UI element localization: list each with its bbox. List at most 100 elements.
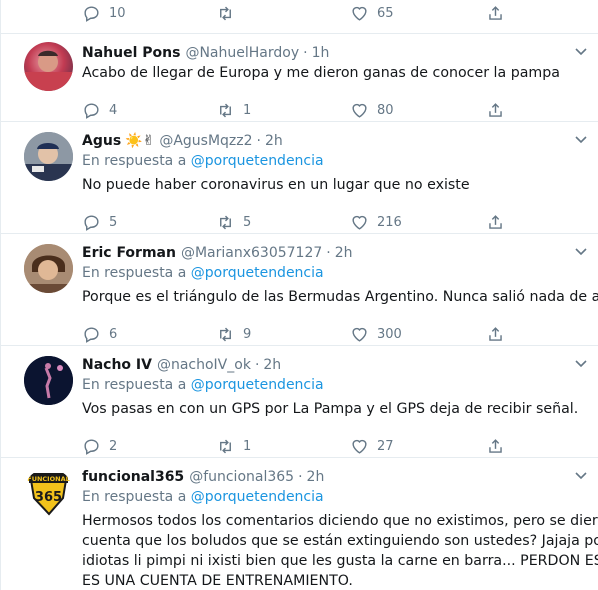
- share-button[interactable]: [486, 212, 505, 232]
- display-name[interactable]: Nahuel Pons: [82, 45, 180, 61]
- retweet-icon: [220, 439, 231, 453]
- like-button[interactable]: 80: [350, 100, 394, 120]
- avatar[interactable]: [24, 356, 73, 405]
- user-handle[interactable]: @nachoIV_ok: [157, 357, 251, 373]
- display-name[interactable]: Nacho IV: [82, 357, 152, 373]
- share-icon: [489, 214, 502, 229]
- reply-context: En respuesta a @porquetendencia: [82, 377, 324, 393]
- like-button[interactable]: 27: [350, 436, 394, 456]
- display-name[interactable]: Agus: [82, 133, 121, 149]
- reply-count: 2: [109, 438, 118, 454]
- reply-button[interactable]: 4: [82, 100, 117, 120]
- display-name[interactable]: funcional365: [82, 469, 184, 485]
- tweet-header: Nahuel Pons @NahuelHardoy · 1h: [82, 43, 569, 63]
- chevron-down-icon[interactable]: [573, 43, 589, 59]
- timestamp[interactable]: 1h: [312, 45, 330, 61]
- user-handle[interactable]: @NahuelHardoy: [185, 45, 299, 61]
- timestamp[interactable]: 2h: [265, 133, 283, 149]
- avatar[interactable]: [24, 132, 73, 181]
- timestamp[interactable]: 2h: [307, 469, 325, 485]
- reply-button[interactable]: 2: [82, 436, 117, 456]
- like-count: 80: [377, 102, 394, 118]
- reply-icon: [84, 326, 99, 343]
- retweet-icon: [220, 215, 231, 229]
- tweet-body: Eric Forman @Marianx63057127 · 2h En res…: [82, 243, 598, 344]
- reply-button[interactable]: 10: [82, 3, 126, 23]
- share-icon: [489, 102, 502, 117]
- tweet-header: Eric Forman @Marianx63057127 · 2h: [82, 243, 569, 263]
- retweet-button[interactable]: 1: [216, 100, 251, 120]
- share-button[interactable]: [486, 3, 505, 23]
- reply-icon: [84, 102, 99, 119]
- retweet-button[interactable]: 1: [216, 436, 251, 456]
- chevron-down-icon[interactable]: [573, 131, 589, 147]
- user-handle[interactable]: @funcional365: [189, 469, 294, 485]
- tweet-text: Vos pasas en con un GPS por La Pampa y e…: [82, 399, 578, 419]
- chevron-down-icon[interactable]: [573, 355, 589, 371]
- share-icon: [489, 438, 502, 453]
- separator-dot: ·: [298, 469, 303, 485]
- retweet-button[interactable]: 5: [216, 212, 251, 232]
- avatar[interactable]: [24, 42, 73, 91]
- share-button[interactable]: [486, 436, 505, 456]
- tweet[interactable]: Nacho IV @nachoIV_ok · 2h En respuesta a…: [1, 346, 598, 458]
- tweet-body: Nacho IV @nachoIV_ok · 2h En respuesta a…: [82, 355, 589, 455]
- retweet-button[interactable]: 9: [216, 324, 251, 344]
- reply-prefix: En respuesta a: [82, 153, 191, 169]
- tweet-body: Nahuel Pons @NahuelHardoy · 1h Acabo de …: [82, 43, 589, 120]
- reply-button[interactable]: 6: [82, 324, 117, 344]
- retweet-count: 9: [243, 326, 252, 342]
- action-bar: 6 9 300: [82, 324, 512, 344]
- tweet[interactable]: Nahuel Pons @NahuelHardoy · 1h Acabo de …: [1, 34, 598, 122]
- avatar-logo-num: 365: [35, 490, 62, 505]
- avatar[interactable]: FUNCIONAL 365: [24, 468, 73, 517]
- tweet-text: Acabo de llegar de Europa y me dieron ga…: [82, 63, 560, 83]
- tweet-header: funcional365 @funcional365 · 2h: [82, 467, 569, 487]
- tweet-body: Agus ☀️✌ @AgusMqzz2 · 2h En respuesta a …: [82, 131, 589, 231]
- reply-icon: [84, 5, 99, 22]
- reply-prefix: En respuesta a: [82, 377, 191, 393]
- tweet-body: funcional365 @funcional365 · 2h En respu…: [82, 467, 598, 589]
- tweet-partial: 10 65: [1, 0, 598, 34]
- user-handle[interactable]: @AgusMqzz2: [159, 133, 252, 149]
- reply-to-link[interactable]: @porquetendencia: [191, 153, 324, 169]
- tweet-text-line: idiotas li pimpi ni ixisti bien que les …: [82, 553, 598, 569]
- tweet[interactable]: Agus ☀️✌ @AgusMqzz2 · 2h En respuesta a …: [1, 122, 598, 234]
- reply-button[interactable]: 5: [82, 212, 117, 232]
- tweet[interactable]: Eric Forman @Marianx63057127 · 2h En res…: [1, 234, 598, 346]
- chevron-down-icon[interactable]: [573, 243, 589, 259]
- retweet-icon: [220, 103, 231, 117]
- share-icon: [489, 326, 502, 341]
- separator-dot: ·: [254, 357, 260, 373]
- display-name[interactable]: Eric Forman: [82, 245, 176, 261]
- heart-icon: [352, 439, 367, 454]
- heart-icon: [352, 103, 367, 118]
- retweet-button[interactable]: [216, 3, 243, 23]
- reply-icon: [84, 438, 99, 455]
- tweet[interactable]: FUNCIONAL 365 funcional365 @funcional365…: [1, 458, 598, 590]
- like-button[interactable]: 300: [350, 324, 402, 344]
- share-button[interactable]: [486, 324, 505, 344]
- reply-count: 5: [109, 214, 118, 230]
- separator-dot: ·: [326, 245, 331, 261]
- avatar-logo-top: FUNCIONAL: [27, 475, 70, 483]
- tweet-text-line: Vos pasas en con un GPS por La Pampa y e…: [82, 401, 579, 417]
- reply-context: En respuesta a @porquetendencia: [82, 489, 324, 505]
- timestamp[interactable]: 2h: [335, 245, 353, 261]
- like-button[interactable]: 65: [350, 3, 394, 23]
- share-button[interactable]: [486, 100, 505, 120]
- reply-prefix: En respuesta a: [82, 489, 191, 505]
- chevron-down-icon[interactable]: [573, 467, 589, 483]
- user-handle[interactable]: @Marianx63057127: [181, 245, 322, 261]
- like-button[interactable]: 216: [350, 212, 402, 232]
- retweet-count: 1: [243, 438, 252, 454]
- action-bar: 4 1 80: [82, 100, 512, 120]
- like-count: 300: [377, 326, 402, 342]
- avatar[interactable]: [24, 244, 73, 293]
- name-emoji: ☀️✌: [125, 133, 155, 149]
- reply-to-link[interactable]: @porquetendencia: [191, 489, 324, 505]
- reply-to-link[interactable]: @porquetendencia: [191, 265, 324, 281]
- timestamp[interactable]: 2h: [263, 357, 281, 373]
- reply-to-link[interactable]: @porquetendencia: [191, 377, 324, 393]
- retweet-count: 1: [243, 102, 252, 118]
